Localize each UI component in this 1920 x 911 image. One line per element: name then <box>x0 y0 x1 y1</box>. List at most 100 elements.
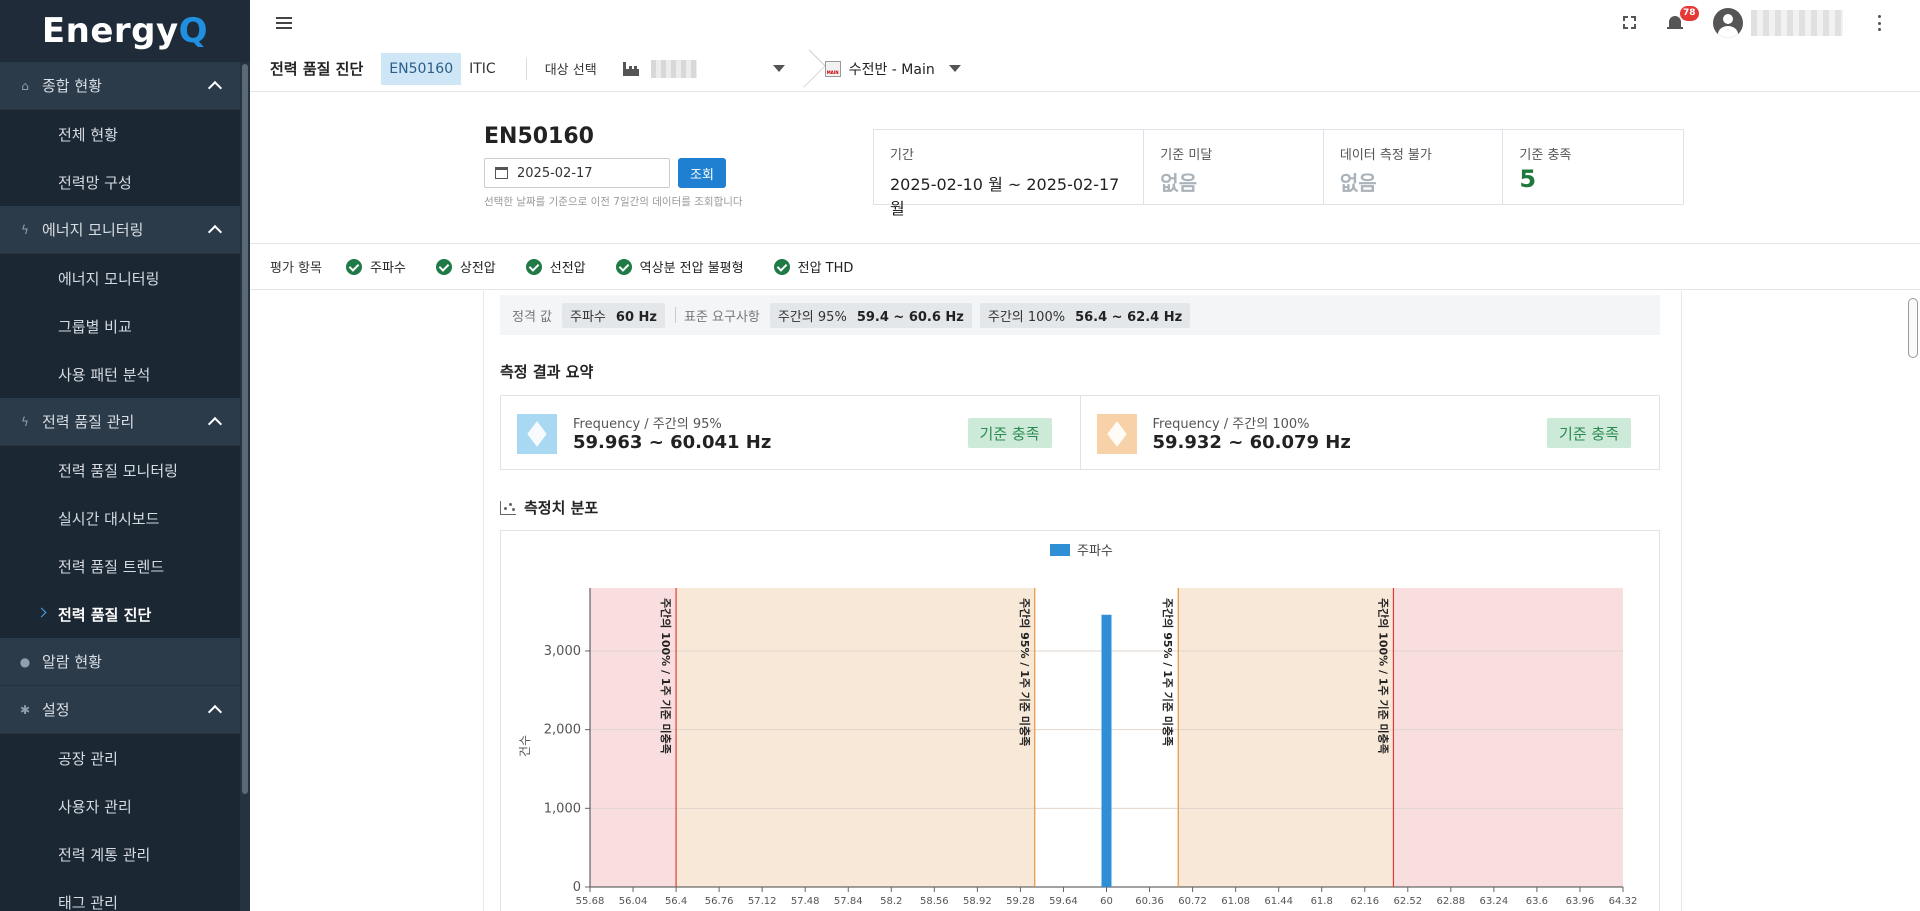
y-tick-label: 1,000 <box>544 801 581 816</box>
chevron-down-icon[interactable] <box>772 65 785 72</box>
sidebar-section-label: 알람 현황 <box>42 653 102 671</box>
check-icon <box>345 258 362 275</box>
scatter-chart-icon <box>500 500 516 515</box>
divider <box>525 57 527 80</box>
sidebar-section-label: 종합 현황 <box>42 77 102 95</box>
x-tick-label: 59.64 <box>1049 896 1078 907</box>
x-tick-label: 61.44 <box>1264 896 1293 907</box>
tab-itic[interactable]: ITIC <box>461 53 504 85</box>
x-tick-label: 61.08 <box>1221 896 1250 907</box>
x-tick-label: 57.84 <box>834 896 863 907</box>
logo[interactable]: EnergyQ <box>0 0 250 62</box>
x-tick-label: 56.76 <box>705 896 734 907</box>
sidebar-item[interactable]: 전력 품질 진단 <box>0 590 240 638</box>
sidebar-item[interactable]: 사용 패턴 분석 <box>0 350 240 398</box>
x-tick-label: 57.12 <box>748 896 777 907</box>
histogram-svg: 주파수 0 1,000 2,000 3,000 건수 55.68 56.04 56.4 56.76… <box>518 544 1637 907</box>
standard-heading: EN50160 <box>484 124 594 149</box>
bolt-icon: ϟ <box>21 414 29 429</box>
gear-icon: ✱ <box>19 702 31 717</box>
date-value: 2025-02-17 <box>517 165 593 181</box>
sidebar-item[interactable]: 전체 현황 <box>0 110 240 158</box>
status-badge: 기준 충족 <box>1547 418 1631 448</box>
distribution-chart: 주파수 0 1,000 2,000 3,000 건수 55.68 56.04 56.4 56.76… <box>500 530 1660 911</box>
x-tick-label: 63.6 <box>1526 896 1548 907</box>
sidebar-item[interactable]: 전력 품질 트렌드 <box>0 542 240 590</box>
requirement-95-pill: 주간의 95% 59.4 ~ 60.6 Hz <box>769 302 972 328</box>
more-icon[interactable] <box>1878 15 1882 31</box>
sidebar-item[interactable]: 태그 관리 <box>0 878 240 911</box>
topbar: 78 <box>250 0 1920 46</box>
y-tick-label: 0 <box>573 880 581 895</box>
chevron-down-icon[interactable] <box>948 65 961 72</box>
query-button[interactable]: 조회 <box>678 158 726 188</box>
tab-en50160[interactable]: EN50160 <box>381 52 462 85</box>
x-tick-label: 60.36 <box>1135 896 1164 907</box>
x-tick-label: 61.8 <box>1311 896 1333 907</box>
eval-item-frequency[interactable]: 주파수 <box>345 257 406 276</box>
eval-item-thd[interactable]: 전압 THD <box>773 257 853 276</box>
subheader: 전력 품질 진단 EN50160 ITIC 대상 선택 수전반 - Main <box>250 46 1920 92</box>
results-title: 측정 결과 요약 <box>500 363 594 381</box>
check-icon <box>773 258 790 275</box>
eval-item-phase-voltage[interactable]: 상전압 <box>435 257 496 276</box>
sidebar-section-label: 전력 품질 관리 <box>42 413 135 431</box>
date-input[interactable]: 2025-02-17 <box>484 158 670 188</box>
cube-icon <box>517 414 557 454</box>
x-tick-label: 60 <box>1100 896 1113 907</box>
threshold-label: 주간의 100% / 1주 기준 미충족 <box>659 598 673 754</box>
sidebar-item[interactable]: 그룹별 비교 <box>0 302 240 350</box>
panel-icon <box>824 60 841 77</box>
x-tick-label: 58.2 <box>880 896 902 907</box>
sidebar-item[interactable]: 사용자 관리 <box>0 782 240 830</box>
histogram-bar <box>1101 614 1112 887</box>
sidebar-item[interactable]: 공장 관리 <box>0 734 240 782</box>
sidebar-section-label: 에너지 모니터링 <box>42 221 144 239</box>
y-tick-label: 2,000 <box>544 723 581 738</box>
panel-select[interactable]: 수전반 - Main <box>849 59 935 79</box>
menu-icon[interactable] <box>276 17 292 29</box>
x-tick-label: 57.48 <box>791 896 820 907</box>
factory-icon <box>622 61 639 76</box>
summary-table: 기간 2025-02-10 월 ~ 2025-02-17 월 기준 미달 없음 … <box>873 129 1684 218</box>
sidebar-section[interactable]: ● 알람 현황 <box>0 638 240 686</box>
divider <box>483 291 484 911</box>
sidebar-section-label: 설정 <box>42 701 70 719</box>
threshold-label: 주간의 100% / 1주 기준 미충족 <box>1376 598 1390 754</box>
avatar[interactable] <box>1713 8 1743 38</box>
eval-item-line-voltage[interactable]: 선전압 <box>525 257 586 276</box>
sidebar-scrollbar[interactable] <box>242 64 248 794</box>
distribution-title: 측정치 분포 <box>500 497 598 518</box>
evaluation-label: 평가 항목 <box>270 261 322 276</box>
chevron-right-icon <box>36 607 47 618</box>
sidebar-section[interactable]: ⌂ 종합 현황 <box>0 62 240 110</box>
results-summary: Frequency / 주간의 95% 59.963 ~ 60.041 Hz 기… <box>500 395 1660 470</box>
sidebar-item[interactable]: 전력 계통 관리 <box>0 830 240 878</box>
fullscreen-icon[interactable] <box>1623 16 1636 29</box>
x-tick-label: 62.16 <box>1350 896 1379 907</box>
sidebar-section[interactable]: ✱ 설정 <box>0 686 240 734</box>
user-name-redacted[interactable] <box>1751 10 1843 36</box>
breadcrumb-separator <box>801 47 815 91</box>
x-tick-label: 56.4 <box>665 896 687 907</box>
check-icon <box>615 258 632 275</box>
sidebar-item[interactable]: 전력망 구성 <box>0 158 240 206</box>
sidebar-item[interactable]: 에너지 모니터링 <box>0 254 240 302</box>
sidebar-item[interactable]: 실시간 대시보드 <box>0 494 240 542</box>
x-tick-label: 58.92 <box>963 896 992 907</box>
x-tick-label: 62.88 <box>1437 896 1466 907</box>
target-label: 대상 선택 <box>544 63 597 78</box>
rated-pill: 주파수 60 Hz <box>562 302 665 328</box>
check-icon <box>435 258 452 275</box>
page-scrollbar[interactable] <box>1908 298 1918 358</box>
sidebar-item[interactable]: 전력 품질 모니터링 <box>0 446 240 494</box>
summary-unmeasurable: 데이터 측정 불가 없음 <box>1324 130 1504 204</box>
query-area: EN50160 2025-02-17 조회 선택한 날짜를 기준으로 이전 7일… <box>250 92 1920 244</box>
eval-item-unbalance[interactable]: 역상분 전압 불평형 <box>615 257 744 276</box>
evaluation-items: 평가 항목 주파수 상전압 선전압 역상분 전압 불평형 전압 THD <box>250 244 1920 290</box>
sidebar-section[interactable]: ϟ 전력 품질 관리 <box>0 398 240 446</box>
factory-name-redacted[interactable] <box>650 59 697 78</box>
sidebar-section[interactable]: ϟ 에너지 모니터링 <box>0 206 240 254</box>
threshold-label: 주간의 95% / 1주 기준 미충족 <box>1161 598 1175 746</box>
result-card-95: Frequency / 주간의 95% 59.963 ~ 60.041 Hz 기… <box>501 396 1081 469</box>
